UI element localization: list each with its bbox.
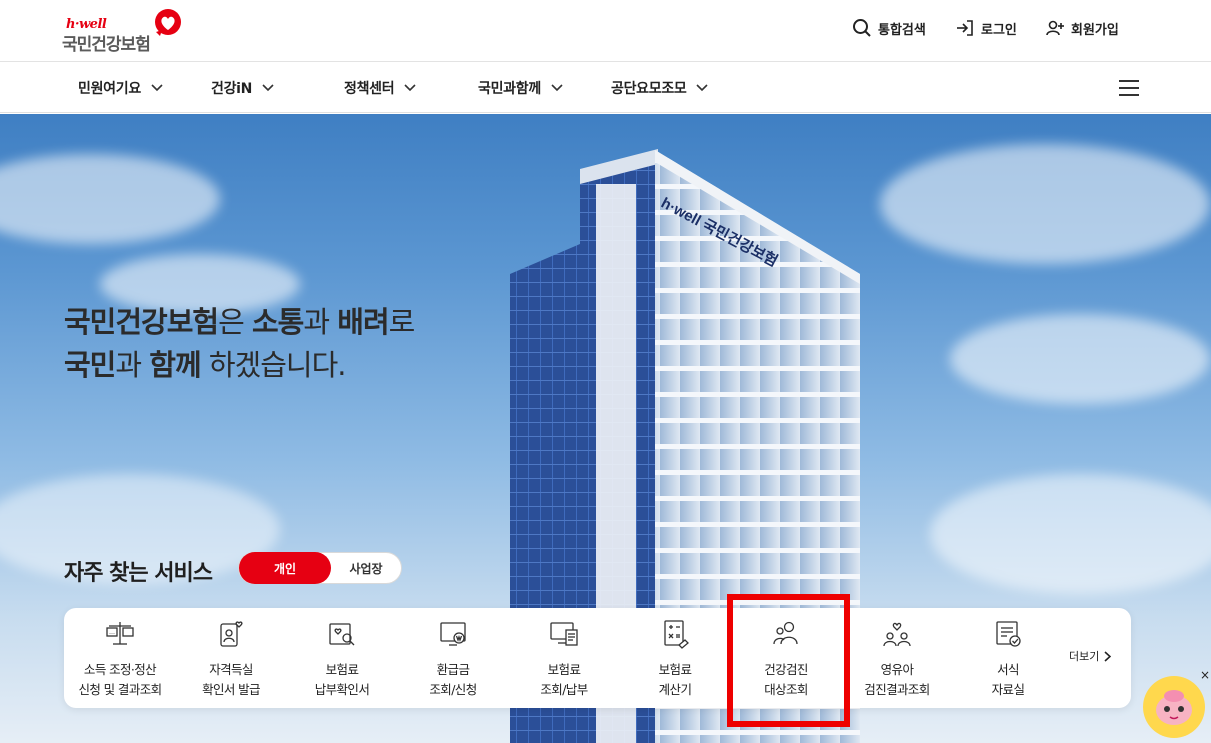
headline-text: 하겠습니다. (200, 348, 347, 382)
logo-name: 국민건강보험 (62, 35, 151, 55)
calculator-icon (664, 620, 689, 649)
nav-item-about[interactable]: 공단요모조모 (611, 63, 709, 113)
service-health-checkup-target[interactable]: 건강검진 대상조회 (730, 608, 842, 708)
scale-icon: … (106, 622, 134, 645)
nav-item-health-in[interactable]: 건강iN (211, 63, 274, 113)
headline-text: 과 (303, 305, 338, 339)
nav-item-label: 민원여기요 (78, 81, 141, 97)
headline-keyword: 배려 (337, 305, 389, 339)
nav-item-policy[interactable]: 정책센터 (344, 63, 416, 113)
chevron-down-icon (551, 84, 563, 92)
hero-headline: 국민건강보험은 소통과 배려로 국민과 함께 하겠습니다. (64, 301, 416, 387)
more-label: 더보기 (1069, 650, 1100, 663)
nav-item-label: 정책센터 (344, 81, 395, 97)
frequent-services-title: 자주 찾는 서비스 (64, 561, 213, 586)
chatbot-button[interactable] (1143, 676, 1205, 738)
headline-text: 로 (388, 305, 416, 339)
service-income-adjustment[interactable]: … 소득 조정·정산 신청 및 결과조회 (64, 608, 176, 708)
service-refund[interactable]: 환급금 조회/신청 (397, 608, 509, 708)
service-form-library[interactable]: 서식 자료실 (952, 608, 1064, 708)
service-label: 환급금 조회/신청 (429, 662, 477, 697)
chevron-down-icon (262, 84, 274, 92)
monitor-doc-icon (550, 622, 578, 646)
service-premium-inquiry[interactable]: 보험료 조회/납부 (508, 608, 620, 708)
site-logo[interactable]: h·well 국민건강보험 (62, 8, 192, 55)
main-nav: 민원여기요 건강iN 정책센터 국민과함께 공단요모조모 (0, 63, 1211, 113)
nav-item-label: 국민과함께 (478, 81, 541, 97)
hero-banner: h·well 국민건강보험 국민건강보험은 소통과 배려로 국민과 함께 하겠습… (0, 114, 1211, 743)
services-panel: … 소득 조정·정산 신청 및 결과조회 자격득실 확인서 발급 보험료 납부확인서 … (64, 608, 1131, 708)
service-premium-calculator[interactable]: 보험료 계산기 (619, 608, 731, 708)
chevron-right-icon (1104, 650, 1112, 662)
chatbot-character-icon (1156, 690, 1192, 725)
search-label: 통합검색 (878, 22, 926, 38)
service-eligibility-certificate[interactable]: 자격득실 확인서 발급 (175, 608, 287, 708)
service-label: 보험료 계산기 (658, 662, 692, 697)
service-label: 소득 조정·정산 신청 및 결과조회 (78, 662, 162, 697)
add-user-icon (1046, 20, 1064, 36)
tab-business[interactable]: 사업장 (331, 553, 401, 583)
monitor-won-icon (440, 622, 466, 646)
id-heart-icon (220, 621, 243, 647)
headline-keyword: 함께 (149, 348, 201, 382)
service-label: 보험료 납부확인서 (314, 662, 370, 697)
headline-text: 과 (115, 348, 150, 382)
heart-logo-icon (155, 9, 181, 36)
chevron-down-icon (696, 84, 709, 92)
nav-item-minwon[interactable]: 민원여기요 (78, 63, 163, 113)
nav-item-label: 공단요모조모 (611, 81, 687, 97)
login-icon (957, 20, 973, 36)
search-icon (853, 19, 871, 37)
login-label: 로그인 (981, 22, 1017, 38)
service-label: 보험료 조회/납부 (540, 662, 588, 697)
service-label: 자격득실 확인서 발급 (202, 662, 260, 697)
form-doc-icon (996, 621, 1021, 647)
service-label: 영유아 검진결과조회 (864, 662, 930, 697)
headline-brand: 국민건강보험 (64, 305, 219, 339)
family-icon (883, 622, 911, 647)
headline-text: 은 (218, 305, 252, 339)
headline-keyword: 국민 (64, 348, 116, 382)
people-icon (773, 621, 798, 645)
search-link[interactable]: 통합검색 (852, 17, 926, 39)
service-payment-confirmation[interactable]: 보험료 납부확인서 (286, 608, 398, 708)
service-label: 서식 자료실 (991, 662, 1025, 697)
service-infant-checkup-results[interactable]: 영유아 검진결과조회 (841, 608, 953, 708)
chatbot-close-button[interactable]: × (1200, 668, 1210, 682)
signup-label: 회원가입 (1071, 22, 1119, 38)
service-type-toggle: 개인 사업장 (238, 552, 402, 584)
search-document-icon (329, 623, 355, 646)
more-services-link[interactable]: 더보기 (1069, 648, 1112, 664)
nav-item-label: 건강iN (211, 81, 253, 97)
top-header: h·well 국민건강보험 통합검색 로그인 회원가입 (0, 0, 1211, 62)
login-link[interactable]: 로그인 (955, 17, 1017, 39)
tab-personal[interactable]: 개인 (239, 552, 331, 584)
chevron-down-icon (151, 84, 163, 92)
menu-icon[interactable] (1119, 80, 1139, 96)
headline-keyword: 소통 (252, 305, 304, 339)
service-label: 건강검진 대상조회 (764, 662, 808, 697)
signup-link[interactable]: 회원가입 (1045, 17, 1119, 39)
svg-text:…: … (109, 629, 115, 636)
nav-item-together[interactable]: 국민과함께 (478, 63, 563, 113)
chevron-down-icon (404, 84, 416, 92)
